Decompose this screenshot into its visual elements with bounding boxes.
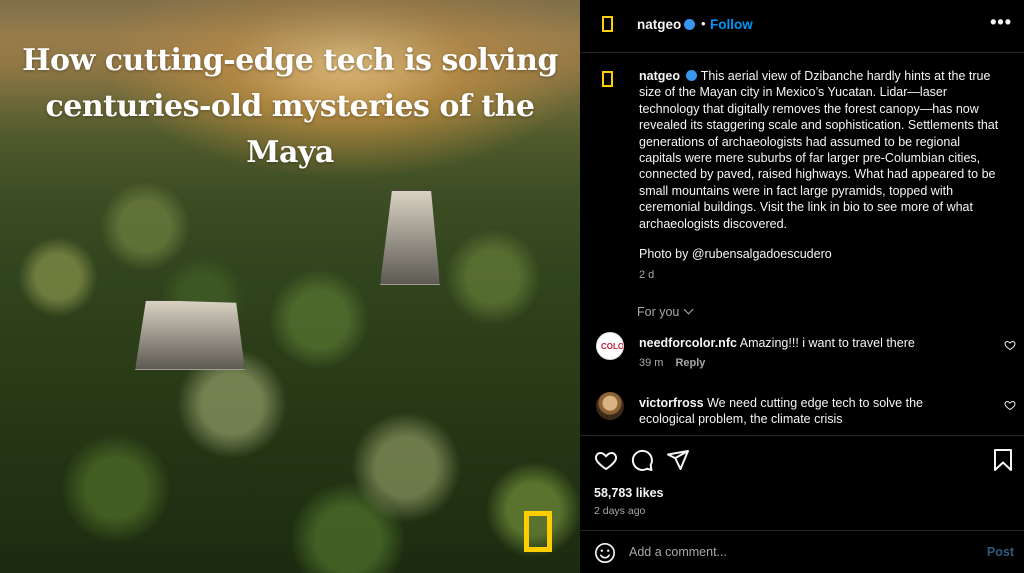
like-heart-icon[interactable]	[594, 448, 618, 472]
likes-count[interactable]: 58,783 likes	[594, 486, 664, 500]
separator-dot: •	[701, 16, 706, 31]
forest-canopy	[0, 150, 580, 573]
headline-line-1: How cutting-edge tech is solving	[22, 43, 558, 78]
natgeo-avatar-icon[interactable]	[602, 16, 613, 32]
comment-like-heart-icon[interactable]	[1004, 339, 1016, 351]
caption-username[interactable]: natgeo	[639, 69, 680, 83]
chevron-down-icon	[683, 304, 694, 315]
comment-username[interactable]: needforcolor.nfc	[639, 336, 737, 350]
post-header: natgeo • Follow •••	[580, 0, 1024, 53]
natgeo-logo-icon	[524, 511, 552, 552]
caption-avatar-icon[interactable]	[602, 71, 613, 87]
add-comment-input[interactable]	[629, 542, 959, 562]
caption-timestamp: 2 d	[639, 269, 655, 281]
verified-badge-icon	[686, 70, 698, 81]
follow-button[interactable]: Follow	[710, 17, 753, 32]
verified-badge-icon	[684, 19, 696, 30]
comment-age: 39 m	[639, 357, 664, 369]
photo-credit: Photo by @rubensalgadoescudero	[639, 247, 832, 261]
comment-text: victorfross We need cutting edge tech to…	[639, 395, 979, 427]
more-options-icon[interactable]: •••	[990, 12, 1012, 33]
comment-body: Amazing!!! i want to travel there	[739, 336, 915, 350]
for-you-label: For you	[637, 305, 680, 319]
share-paper-plane-icon[interactable]	[666, 448, 690, 472]
emoji-smiley-icon[interactable]	[594, 542, 616, 564]
commenter-avatar[interactable]	[596, 392, 624, 420]
header-username[interactable]: natgeo	[637, 17, 696, 32]
comment-like-heart-icon[interactable]	[1004, 399, 1016, 411]
avatar-logo-text: COLOR	[601, 342, 624, 351]
caption-text: This aerial view of Dzibanche hardly hin…	[639, 69, 999, 231]
temple-ruin	[135, 300, 245, 370]
post-caption: natgeo This aerial view of Dzibanche har…	[639, 68, 999, 232]
header-username-text[interactable]: natgeo	[637, 17, 681, 32]
comment-meta: 39 m Reply	[639, 357, 705, 369]
headline-line-2: centuries-old mysteries of the Maya	[45, 89, 535, 170]
post-details-panel: natgeo • Follow ••• natgeo This aerial v…	[580, 0, 1024, 573]
comment-username[interactable]: victorfross	[639, 396, 704, 410]
post-date: 2 days ago	[594, 505, 646, 517]
comment-bubble-icon[interactable]	[630, 448, 654, 472]
post-comment-button[interactable]: Post	[987, 545, 1014, 559]
comments-scroll-area[interactable]: natgeo This aerial view of Dzibanche har…	[580, 53, 1024, 435]
post-image[interactable]: How cutting-edge tech is solving centuri…	[0, 0, 580, 573]
comment-text: needforcolor.nfc Amazing!!! i want to tr…	[639, 335, 979, 351]
add-comment-bar: Post	[580, 530, 1024, 573]
commenter-avatar[interactable]: COLOR	[596, 332, 624, 360]
save-bookmark-icon[interactable]	[992, 448, 1014, 472]
reply-button[interactable]: Reply	[675, 357, 705, 369]
for-you-dropdown[interactable]: For you	[637, 304, 694, 319]
image-headline: How cutting-edge tech is solving centuri…	[0, 38, 580, 176]
post-actions: 58,783 likes 2 days ago	[580, 435, 1024, 530]
